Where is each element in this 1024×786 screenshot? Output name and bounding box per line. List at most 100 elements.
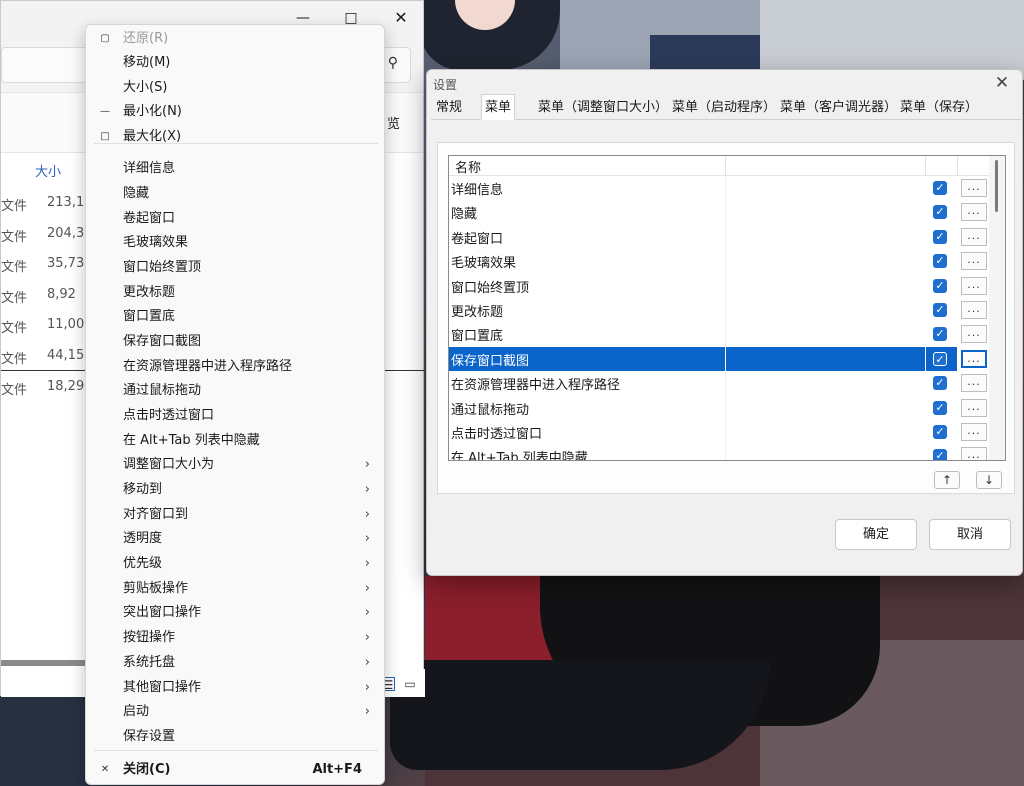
- wallpaper-sleeve: [425, 576, 555, 666]
- options-button[interactable]: ...: [961, 398, 987, 417]
- options-button[interactable]: ...: [961, 179, 987, 197]
- menu-item-label: 隐藏: [123, 186, 150, 201]
- menu-item[interactable]: ✕ 关闭(C) Alt+F4: [90, 758, 382, 782]
- menu-item[interactable]: 其他窗口操作 ›: [90, 676, 382, 700]
- menu-item[interactable]: 保存设置: [90, 725, 382, 749]
- tab-0[interactable]: 常规: [433, 96, 465, 120]
- menu-item-label: 卷起窗口: [123, 211, 176, 226]
- menu-item-icon: —: [100, 106, 110, 117]
- list-item[interactable]: 窗口置底 ✓...: [449, 322, 989, 347]
- menu-item[interactable]: 大小(S): [90, 76, 382, 100]
- menu-item[interactable]: 在 Alt+Tab 列表中隐藏: [90, 429, 382, 453]
- menu-item[interactable]: 窗口始终置顶: [90, 256, 382, 280]
- menu-item-label: 窗口置底: [123, 309, 176, 324]
- menu-item[interactable]: 详细信息: [90, 157, 382, 181]
- options-button[interactable]: ...: [961, 301, 987, 319]
- enabled-checkbox[interactable]: ✓: [933, 229, 947, 244]
- menu-item[interactable]: 毛玻璃效果: [90, 231, 382, 255]
- options-button[interactable]: ...: [961, 203, 987, 222]
- menu-item-label: 大小(S): [123, 80, 168, 95]
- options-button[interactable]: ...: [961, 349, 987, 368]
- enabled-checkbox[interactable]: ✓: [933, 351, 947, 366]
- menu-item[interactable]: 更改标题: [90, 281, 382, 305]
- list-item[interactable]: 毛玻璃效果 ✓...: [449, 249, 989, 274]
- options-button[interactable]: ...: [961, 252, 987, 271]
- menu-item[interactable]: 优先级 ›: [90, 552, 382, 576]
- enabled-checkbox[interactable]: ✓: [933, 376, 947, 391]
- preview-pane-button[interactable]: 览: [387, 113, 400, 132]
- scrollbar-thumb[interactable]: [995, 160, 998, 212]
- menu-item[interactable]: 突出窗口操作 ›: [90, 601, 382, 625]
- search-icon: ⚲: [387, 55, 398, 71]
- menu-item-label: 毛玻璃效果: [123, 235, 189, 250]
- menu-item[interactable]: 启动 ›: [90, 700, 382, 724]
- tiles-view-icon[interactable]: ▭: [403, 677, 417, 691]
- menu-item[interactable]: 系统托盘 ›: [90, 651, 382, 675]
- options-button[interactable]: ...: [961, 276, 987, 295]
- list-header-name[interactable]: 名称: [455, 157, 481, 176]
- list-item[interactable]: 通过鼠标拖动 ✓...: [449, 395, 989, 420]
- list-item[interactable]: 隐藏 ✓...: [449, 200, 989, 225]
- list-item-name: 在资源管理器中进入程序路径: [451, 378, 621, 394]
- menu-item-label: 点击时透过窗口: [123, 408, 215, 423]
- tab-2[interactable]: 菜单（调整窗口大小）: [535, 96, 671, 120]
- list-item[interactable]: 保存窗口截图 ✓...: [449, 346, 989, 372]
- enabled-checkbox[interactable]: ✓: [933, 254, 947, 269]
- enabled-checkbox[interactable]: ✓: [933, 449, 947, 460]
- tab-1[interactable]: 菜单: [481, 94, 516, 120]
- close-button[interactable]: ✕: [383, 7, 419, 31]
- enabled-checkbox[interactable]: ✓: [933, 181, 947, 195]
- options-button[interactable]: ...: [961, 374, 987, 393]
- vertical-scrollbar[interactable]: [989, 156, 1005, 460]
- menu-item[interactable]: 窗口置底: [90, 305, 382, 329]
- list-item[interactable]: 卷起窗口 ✓...: [449, 224, 989, 250]
- menu-item[interactable]: 调整窗口大小为 ›: [90, 453, 382, 477]
- menu-item[interactable]: 点击时透过窗口: [90, 404, 382, 428]
- list-item[interactable]: 更改标题 ✓...: [449, 298, 989, 323]
- chevron-right-icon: ›: [364, 581, 370, 596]
- dialog-close-button[interactable]: ✕: [992, 73, 1012, 93]
- wallpaper-left-floor: [0, 696, 90, 786]
- list-item[interactable]: 详细信息 ✓...: [449, 176, 989, 201]
- enabled-checkbox[interactable]: ✓: [933, 205, 947, 220]
- tab-3[interactable]: 菜单（启动程序）: [669, 96, 779, 120]
- menu-item[interactable]: 卷起窗口: [90, 207, 382, 231]
- enabled-checkbox[interactable]: ✓: [933, 303, 947, 317]
- menu-item[interactable]: 按钮操作 ›: [90, 626, 382, 650]
- wallpaper-window: [560, 0, 760, 70]
- menu-item-label: 通过鼠标拖动: [123, 383, 202, 398]
- menu-item[interactable]: 通过鼠标拖动: [90, 379, 382, 403]
- enabled-checkbox[interactable]: ✓: [933, 425, 947, 439]
- list-item[interactable]: 点击时透过窗口 ✓...: [449, 420, 989, 445]
- options-button[interactable]: ...: [961, 325, 987, 344]
- menu-item[interactable]: □ 最大化(X): [90, 125, 382, 149]
- options-button[interactable]: ...: [961, 447, 987, 460]
- enabled-checkbox[interactable]: ✓: [933, 327, 947, 342]
- menu-item[interactable]: 剪贴板操作 ›: [90, 577, 382, 601]
- list-item[interactable]: 在资源管理器中进入程序路径 ✓...: [449, 371, 989, 396]
- cancel-button[interactable]: 取消: [929, 519, 1011, 550]
- list-item[interactable]: 在 Alt+Tab 列表中隐藏 ✓...: [449, 444, 989, 460]
- menu-item-label: 还原(R): [123, 31, 169, 46]
- options-button[interactable]: ...: [961, 227, 987, 246]
- list-item[interactable]: 窗口始终置顶 ✓...: [449, 273, 989, 298]
- menu-item[interactable]: 移动到 ›: [90, 478, 382, 502]
- move-up-button[interactable]: ↑: [934, 471, 960, 489]
- tab-4[interactable]: 菜单（客户调光器）: [777, 96, 900, 120]
- move-down-button[interactable]: ↓: [976, 471, 1002, 489]
- menu-item[interactable]: — 最小化(N): [90, 100, 382, 124]
- options-button[interactable]: ...: [961, 423, 987, 441]
- menu-item[interactable]: 在资源管理器中进入程序路径: [90, 355, 382, 379]
- menu-item[interactable]: 移动(M): [90, 51, 382, 75]
- ok-button[interactable]: 确定: [835, 519, 917, 550]
- file-type: 文件: [1, 260, 28, 275]
- column-divider: [725, 420, 726, 445]
- menu-item[interactable]: 隐藏: [90, 182, 382, 206]
- menu-item[interactable]: 对齐窗口到 ›: [90, 503, 382, 527]
- enabled-checkbox[interactable]: ✓: [933, 400, 947, 415]
- enabled-checkbox[interactable]: ✓: [933, 278, 947, 293]
- menu-item[interactable]: 保存窗口截图: [90, 330, 382, 354]
- menu-item[interactable]: 透明度 ›: [90, 527, 382, 551]
- horizontal-scrollbar[interactable]: [1, 660, 91, 666]
- tab-5[interactable]: 菜单（保存）: [897, 96, 981, 120]
